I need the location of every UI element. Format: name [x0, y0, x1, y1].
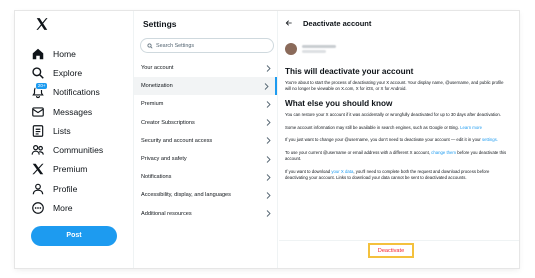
- settings-item-creator-subscriptions[interactable]: Creator Subscriptions: [134, 114, 277, 132]
- paragraph-text: To use your current @username or email a…: [285, 149, 430, 155]
- primary-nav: Home Explore 20+ Notifications Messages …: [15, 11, 133, 268]
- nav-label: Explore: [53, 67, 83, 78]
- settings-panel: Settings Search Settings Your account Mo…: [133, 11, 278, 268]
- settings-item-label: Accessibility, display, and languages: [141, 192, 231, 199]
- paragraph-text: If you want to download: [285, 168, 331, 174]
- heading-deactivate: This will deactivate your account: [285, 67, 414, 76]
- chevron-right-icon: [266, 137, 271, 145]
- home-icon: [32, 48, 44, 59]
- settings-item-label: Creator Subscriptions: [141, 119, 195, 126]
- deactivate-highlight: Deactivate: [368, 243, 414, 258]
- deactivate-panel: Deactivate account This will deactivate …: [279, 11, 519, 268]
- learn-more-link[interactable]: Learn more: [460, 125, 482, 130]
- redacted-handle: [302, 50, 326, 54]
- change-them-link[interactable]: change them: [431, 150, 456, 155]
- x-logo-icon: [32, 164, 44, 175]
- list-icon: [32, 124, 44, 137]
- paragraph-email: To use your current @username or email a…: [285, 150, 507, 162]
- settings-item-premium[interactable]: Premium: [134, 95, 277, 113]
- nav-item-premium[interactable]: Premium: [31, 160, 133, 179]
- settings-item-label: Your account: [141, 65, 174, 72]
- paragraph-text: If you just want to change your @usernam…: [285, 137, 481, 143]
- settings-item-notifications[interactable]: Notifications: [134, 168, 277, 186]
- avatar: [285, 43, 297, 55]
- heading-what-else: What else you should know: [285, 99, 393, 109]
- nav-label: Messages: [53, 106, 93, 117]
- nav-item-more[interactable]: More: [31, 198, 133, 217]
- back-arrow-icon[interactable]: [285, 19, 293, 27]
- redacted-display-name: [302, 44, 336, 49]
- deactivate-button[interactable]: Deactivate: [378, 248, 404, 254]
- bell-icon-wrap: 20+: [31, 82, 48, 99]
- paragraph-username: If you just want to change your @usernam…: [285, 137, 507, 143]
- envelope-icon: [32, 106, 44, 117]
- chevron-right-icon: [264, 82, 269, 90]
- settings-item-label: Additional resources: [141, 210, 192, 217]
- nav-item-messages[interactable]: Messages: [31, 102, 133, 121]
- settings-item-label: Monetization: [141, 83, 173, 90]
- post-button[interactable]: Post: [31, 225, 117, 246]
- chevron-right-icon: [266, 155, 271, 163]
- people-icon: [31, 145, 44, 155]
- nav-item-profile[interactable]: Profile: [31, 179, 133, 198]
- account-summary: [285, 37, 519, 61]
- notification-badge: 20+: [35, 82, 48, 91]
- paragraph-download: If you want to download your X data, you…: [285, 169, 507, 181]
- detail-header: Deactivate account: [285, 11, 519, 35]
- x-logo-icon[interactable]: [35, 17, 49, 31]
- settings-item-monetization[interactable]: Monetization: [134, 77, 277, 96]
- settings-link[interactable]: settings.: [482, 137, 498, 142]
- more-icon: [32, 202, 44, 214]
- paragraph-search-engines: Some account information may still be av…: [285, 125, 507, 131]
- settings-item-label: Security and account access: [141, 137, 213, 144]
- chevron-right-icon: [266, 173, 271, 181]
- nav-item-lists[interactable]: Lists: [31, 121, 133, 140]
- redacted-username: [302, 44, 336, 54]
- chevron-right-icon: [266, 119, 271, 126]
- nav-label: Premium: [53, 164, 88, 175]
- settings-item-label: Notifications: [141, 174, 172, 181]
- paragraph-restore: You can restore your X account if it was…: [285, 112, 501, 118]
- search-placeholder: Search Settings: [156, 42, 195, 49]
- nav-item-notifications[interactable]: 20+ Notifications: [31, 82, 133, 102]
- paragraph-intro: You're about to start the process of dea…: [285, 80, 504, 92]
- settings-item-security[interactable]: Security and account access: [134, 132, 277, 150]
- paragraph-text: Some account information may still be av…: [285, 124, 459, 130]
- detail-title: Deactivate account: [303, 18, 372, 28]
- nav-label: Lists: [53, 125, 71, 136]
- chevron-right-icon: [266, 192, 271, 199]
- chevron-right-icon: [266, 101, 271, 108]
- settings-item-label: Premium: [141, 101, 164, 108]
- search-icon: [147, 43, 153, 49]
- settings-item-privacy[interactable]: Privacy and safety: [134, 150, 277, 168]
- your-x-data-link[interactable]: your X data: [331, 169, 353, 174]
- settings-item-your-account[interactable]: Your account: [134, 59, 277, 77]
- nav-label: Notifications: [53, 87, 100, 98]
- settings-item-accessibility[interactable]: Accessibility, display, and languages: [134, 186, 277, 204]
- nav-label: More: [53, 203, 73, 214]
- settings-item-label: Privacy and safety: [141, 156, 187, 163]
- nav-item-communities[interactable]: Communities: [31, 140, 133, 159]
- app-window: Home Explore 20+ Notifications Messages …: [15, 11, 519, 268]
- chevron-right-icon: [266, 210, 271, 217]
- nav-label: Communities: [53, 145, 104, 156]
- nav-item-explore[interactable]: Explore: [31, 63, 133, 82]
- settings-search-input[interactable]: Search Settings: [140, 38, 274, 53]
- person-icon: [32, 183, 44, 195]
- divider: [279, 240, 519, 241]
- search-icon: [32, 67, 44, 79]
- nav-label: Home: [53, 48, 76, 59]
- settings-title: Settings: [143, 19, 177, 29]
- nav-label: Profile: [53, 183, 78, 194]
- nav-item-home[interactable]: Home: [31, 44, 133, 63]
- settings-item-additional-resources[interactable]: Additional resources: [134, 205, 277, 223]
- chevron-right-icon: [266, 64, 271, 72]
